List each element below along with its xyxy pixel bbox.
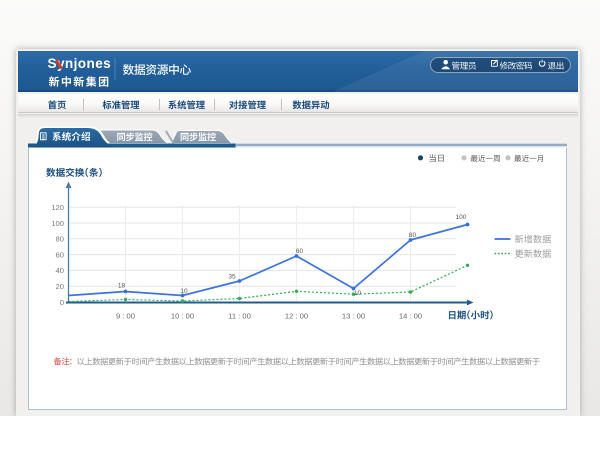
svg-text:10: 10 xyxy=(180,288,188,295)
svg-text:120: 120 xyxy=(51,203,64,212)
svg-text:14 : 00: 14 : 00 xyxy=(399,312,422,321)
svg-text:60: 60 xyxy=(56,250,64,259)
svg-text:0: 0 xyxy=(60,298,64,307)
svg-text:100: 100 xyxy=(51,219,64,228)
svg-text:11 : 00: 11 : 00 xyxy=(228,312,251,321)
svg-text:10: 10 xyxy=(354,290,362,297)
svg-text:60: 60 xyxy=(296,248,304,255)
svg-text:80: 80 xyxy=(409,232,417,239)
svg-text:35: 35 xyxy=(228,274,236,281)
svg-text:80: 80 xyxy=(56,235,64,244)
svg-text:13 : 00: 13 : 00 xyxy=(342,312,365,321)
svg-text:100: 100 xyxy=(456,214,467,221)
svg-text:18: 18 xyxy=(118,283,126,290)
svg-text:12 : 00: 12 : 00 xyxy=(285,312,308,321)
svg-text:40: 40 xyxy=(56,266,64,275)
svg-text:20: 20 xyxy=(56,282,64,291)
svg-text:10 : 00: 10 : 00 xyxy=(171,312,194,321)
svg-text:9 : 00: 9 : 00 xyxy=(116,312,135,321)
